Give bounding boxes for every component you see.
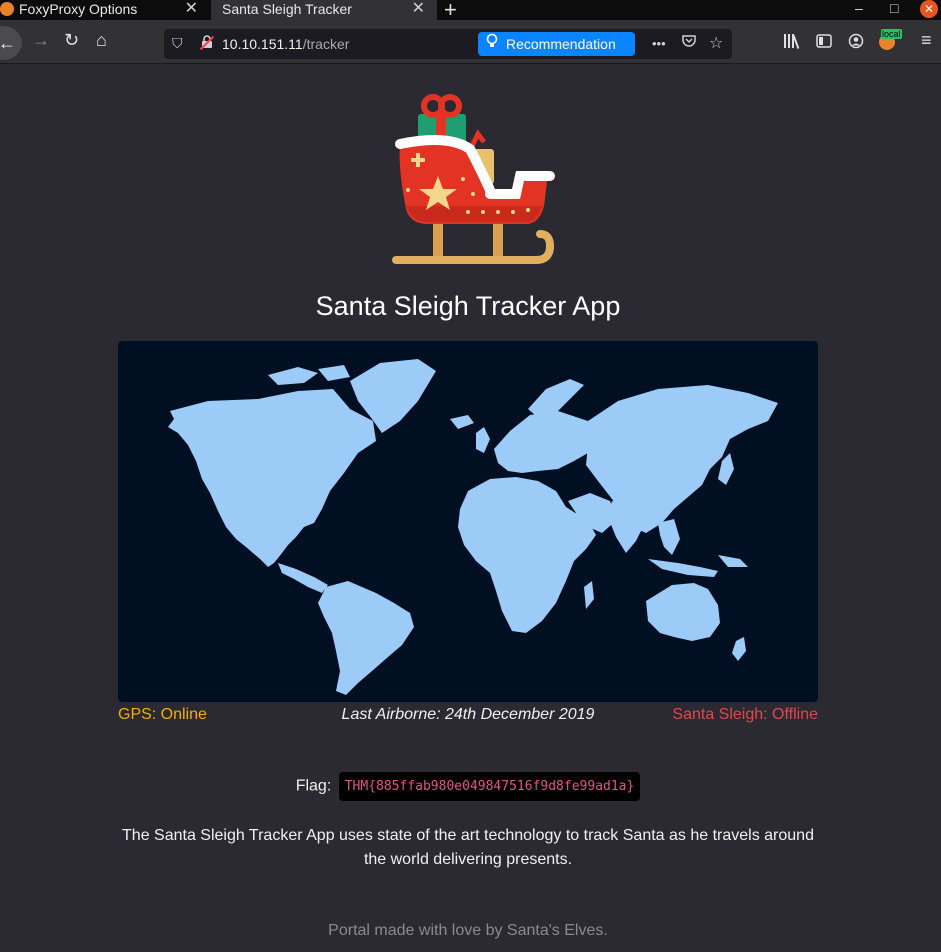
tab-close-icon[interactable]: ✕ [185, 0, 198, 18]
recommendation-button[interactable]: Recommendation [478, 32, 635, 56]
tab-santa-sleigh-tracker[interactable]: Santa Sleigh Tracker ✕ [211, 0, 437, 20]
page-actions-icon[interactable]: ••• [652, 36, 666, 51]
tracking-protection-icon[interactable]: ⛉ [172, 35, 183, 52]
foxyproxy-favicon-icon [0, 2, 14, 16]
url-path: /tracker [302, 36, 350, 52]
santa-sleigh-logo-icon [378, 94, 558, 274]
tab-title: Santa Sleigh Tracker [222, 1, 352, 17]
menu-icon[interactable]: ≡ [921, 30, 932, 51]
account-icon[interactable] [848, 33, 864, 54]
url-host: 10.10.151.11 [222, 36, 303, 52]
page-content: Santa Sleigh Tracker App GPS: Online Las… [0, 64, 941, 952]
footer-text: Portal made with love by Santa's Elves. [328, 922, 608, 939]
url-bar[interactable]: ⛉ 10.10.151.11/tracker Recommendation ••… [164, 29, 732, 59]
recommendation-label: Recommendation [506, 36, 616, 52]
tab-foxyproxy[interactable]: FoxyProxy Options ✕ [0, 0, 210, 20]
maximize-icon[interactable]: □ [890, 0, 898, 16]
page-title: Santa Sleigh Tracker App [315, 291, 621, 321]
minimize-icon[interactable]: – [855, 0, 863, 16]
url-text[interactable]: 10.10.151.11/tracker [222, 36, 349, 52]
insecure-lock-icon[interactable] [200, 35, 214, 52]
world-map-icon [168, 359, 778, 695]
tab-strip: FoxyProxy Options ✕ Santa Sleigh Tracker… [0, 0, 941, 22]
flag-value: THM{885ffab980e049847516f9d8fe99ad1a} [338, 772, 641, 801]
forward-button-icon[interactable]: → [32, 30, 50, 51]
world-map [118, 341, 818, 702]
home-button-icon[interactable]: ⌂ [96, 30, 107, 51]
description: The Santa Sleigh Tracker App uses state … [122, 827, 814, 868]
window-close-icon[interactable]: ✕ [920, 0, 938, 18]
extension-badge: local [881, 29, 902, 39]
back-button-icon[interactable]: ← [0, 26, 22, 60]
tab-title: FoxyProxy Options [19, 1, 138, 17]
flag-label: Flag: [295, 777, 332, 795]
navigation-toolbar: ← → ↻ ⌂ ⛉ 10.10.151.11/tracker Recommend… [0, 20, 941, 64]
bookmark-star-icon[interactable]: ☆ [709, 33, 723, 53]
flag-row: Flag: THM{885ffab980e049847516f9d8fe99ad… [0, 772, 936, 801]
sleigh-status: Santa Sleigh: Offline [672, 706, 818, 723]
pocket-icon[interactable] [681, 33, 697, 54]
sidebar-icon[interactable] [816, 33, 832, 54]
lightbulb-icon [486, 32, 498, 56]
reload-button-icon[interactable]: ↻ [64, 30, 79, 51]
library-icon[interactable] [783, 33, 801, 54]
tab-close-icon[interactable]: ✕ [412, 0, 425, 18]
